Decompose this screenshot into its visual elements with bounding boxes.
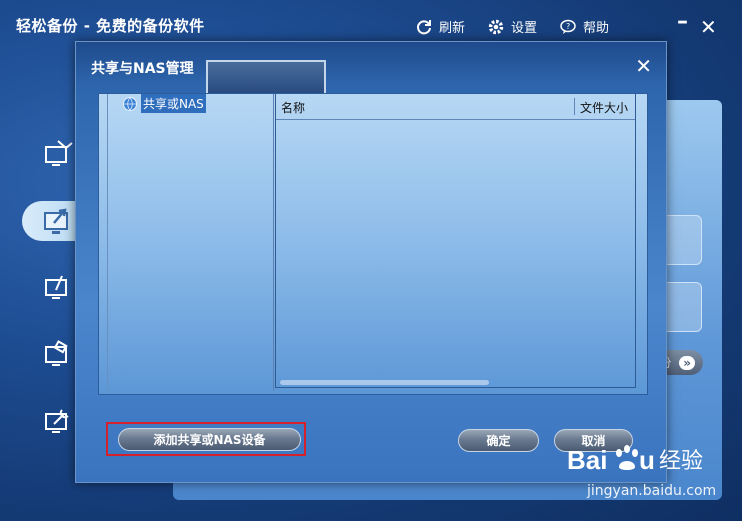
help-label: 帮助 [583,21,610,36]
svg-text:?: ? [566,22,570,31]
restore-monitor-icon [45,275,67,299]
home-monitor-icon [45,140,73,166]
refresh-icon [417,19,431,34]
dialog-close-button[interactable]: ✕ [635,54,652,78]
refresh-button[interactable]: 刷新 [415,17,465,36]
nas-management-dialog: 共享与NAS管理 ✕ 共享或NAS 名称 文件大小 添加共享或NAS设备 确定 … [75,41,667,483]
settings-button[interactable]: 设置 [487,17,537,36]
top-toolbar: 刷新 设置 ? 帮助 [415,17,631,36]
refresh-label: 刷新 [439,21,466,36]
add-share-nas-button[interactable]: 添加共享或NAS设备 [118,428,301,451]
minimize-button[interactable]: – [677,9,688,34]
svg-text:Bai: Bai [567,445,607,475]
baidu-jingyan-logo: Bai u 经验 [567,445,703,475]
column-header-name[interactable]: 名称 [281,99,305,116]
tools-monitor-icon [45,409,69,433]
file-list-pane[interactable]: 名称 文件大小 [275,94,636,388]
watermark-url: jingyan.baidu.com [587,483,717,499]
svg-text:经验: 经验 [659,449,703,474]
horizontal-scrollbar[interactable] [280,380,489,385]
tree-item-label: 共享或NAS [141,94,206,113]
list-header: 名称 文件大小 [276,94,635,120]
app-title: 轻松备份 - 免费的备份软件 [16,17,205,35]
settings-label: 设置 [511,21,538,36]
close-window-button[interactable]: ✕ [700,15,717,39]
tree-item-share-nas[interactable]: 共享或NAS [122,94,206,113]
network-globe-icon [123,96,137,111]
column-divider[interactable] [574,98,575,115]
column-header-size[interactable]: 文件大小 [580,99,628,116]
help-button[interactable]: ? 帮助 [559,17,609,36]
clone-monitor-icon [45,340,68,366]
tree-pane: 共享或NAS [107,94,274,391]
baidu-jingyan-watermark: Bai u 经验 jingyan.baidu.com [567,437,717,517]
ok-button[interactable]: 确定 [458,429,539,452]
dialog-title: 共享与NAS管理 [91,61,194,77]
dialog-content: 共享或NAS 名称 文件大小 [98,93,648,395]
double-chevron-right-icon: » [679,355,695,370]
gear-icon [488,19,504,34]
help-icon: ? [560,19,576,34]
backup-monitor-icon [44,208,68,234]
svg-text:u: u [639,445,655,475]
